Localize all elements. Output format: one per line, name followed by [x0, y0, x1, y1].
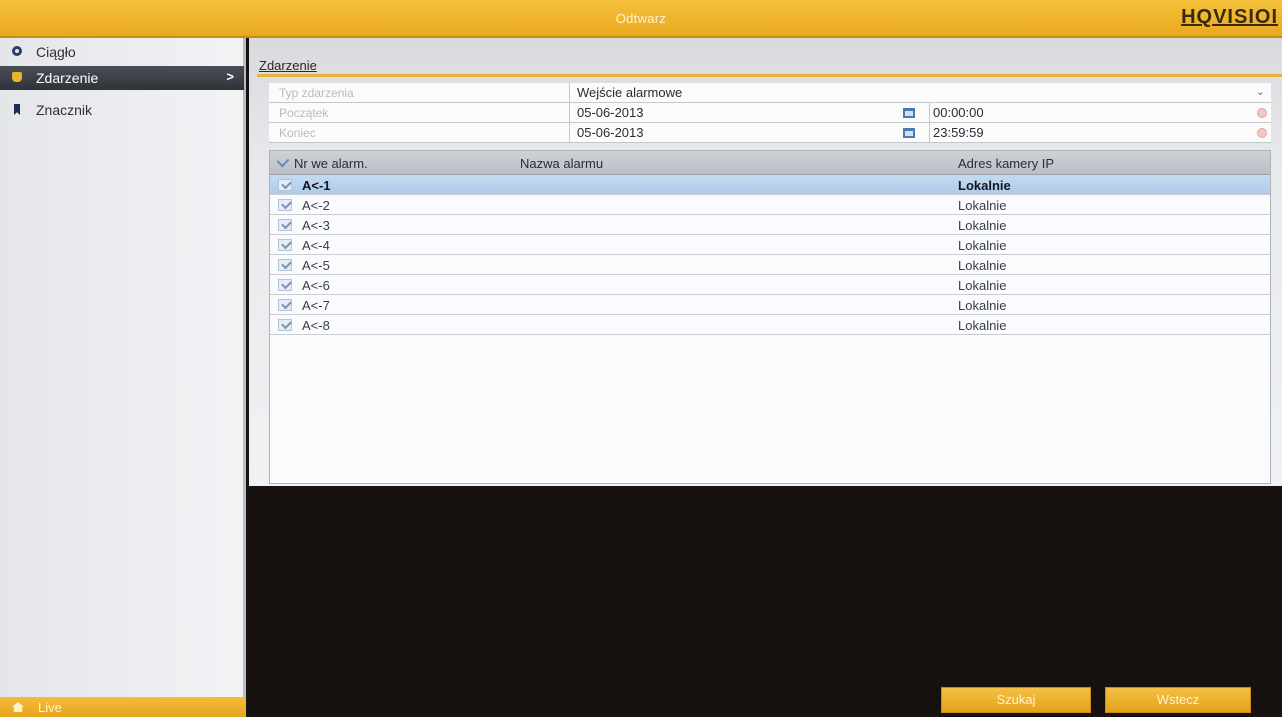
tab-underline	[257, 74, 1282, 77]
camera-address: Lokalnie	[958, 178, 1011, 193]
camera-address: Lokalnie	[958, 218, 1007, 233]
event-type-label: Typ zdarzenia	[279, 86, 354, 100]
alarm-input-number: A<-2	[302, 198, 330, 213]
start-row: Początek 05-06-2013 00:00:00	[269, 103, 1271, 123]
row-checkbox[interactable]	[278, 199, 292, 211]
camera-address: Lokalnie	[958, 238, 1007, 253]
alarm-input-number: A<-1	[302, 178, 331, 193]
main-panel: Zdarzenie Typ zdarzenia Wejście alarmowe…	[249, 38, 1282, 717]
select-all-checkbox[interactable]	[276, 154, 290, 168]
row-checkbox[interactable]	[278, 259, 292, 271]
table-row[interactable]: A<-6 Lokalnie	[270, 275, 1270, 295]
row-checkbox[interactable]	[278, 279, 292, 291]
live-label: Live	[38, 700, 62, 715]
table-row[interactable]: A<-1 Lokalnie	[270, 175, 1270, 195]
table-row[interactable]: A<-3 Lokalnie	[270, 215, 1270, 235]
back-button[interactable]: Wstecz	[1105, 687, 1251, 713]
alarm-input-number: A<-6	[302, 278, 330, 293]
row-checkbox[interactable]	[278, 319, 292, 331]
start-time-field[interactable]: 00:00:00	[933, 105, 984, 120]
camera-address: Lokalnie	[958, 278, 1007, 293]
camera-address: Lokalnie	[958, 318, 1007, 333]
search-button[interactable]: Szukaj	[941, 687, 1091, 713]
sidebar: Ciągło Zdarzenie > Znacznik Live	[0, 38, 246, 717]
divider	[569, 83, 570, 103]
live-button[interactable]: Live	[0, 697, 246, 717]
table-row[interactable]: A<-2 Lokalnie	[270, 195, 1270, 215]
table-row[interactable]: A<-8 Lokalnie	[270, 315, 1270, 335]
column-header-address[interactable]: Adres kamery IP	[958, 156, 1054, 171]
time-spinner-icon[interactable]	[1257, 128, 1267, 138]
home-icon	[12, 702, 24, 712]
divider	[929, 123, 930, 143]
alarm-input-number: A<-3	[302, 218, 330, 233]
sidebar-item-znacznik[interactable]: Znacznik	[0, 98, 244, 122]
sidebar-item-ciaglo[interactable]: Ciągło	[0, 40, 244, 64]
event-type-select[interactable]: Wejście alarmowe	[577, 85, 682, 100]
sidebar-item-label: Zdarzenie	[36, 70, 99, 86]
window-title: Odtwarz	[615, 11, 667, 26]
start-label: Początek	[279, 106, 329, 120]
alarm-input-number: A<-8	[302, 318, 330, 333]
sidebar-item-zdarzenie[interactable]: Zdarzenie >	[0, 66, 244, 90]
table-row[interactable]: A<-4 Lokalnie	[270, 235, 1270, 255]
alarm-input-number: A<-5	[302, 258, 330, 273]
sidebar-item-label: Ciągło	[36, 44, 76, 60]
alarm-input-number: A<-7	[302, 298, 330, 313]
title-bar: Odtwarz HQVISIOI	[0, 0, 1282, 38]
row-checkbox[interactable]	[278, 219, 292, 231]
end-row: Koniec 05-06-2013 23:59:59	[269, 123, 1271, 143]
row-checkbox[interactable]	[278, 299, 292, 311]
event-type-row: Typ zdarzenia Wejście alarmowe ⌄	[269, 83, 1271, 103]
camera-address: Lokalnie	[958, 258, 1007, 273]
end-time-field[interactable]: 23:59:59	[933, 125, 984, 140]
end-label: Koniec	[279, 126, 316, 140]
table-row[interactable]: A<-5 Lokalnie	[270, 255, 1270, 275]
alarm-input-number: A<-4	[302, 238, 330, 253]
column-header-nr[interactable]: Nr we alarm.	[294, 156, 368, 171]
end-date-field[interactable]: 05-06-2013	[577, 125, 644, 140]
mic-icon	[12, 72, 22, 82]
divider	[929, 103, 930, 123]
bookmark-icon	[14, 104, 20, 115]
row-checkbox[interactable]	[278, 239, 292, 251]
calendar-icon[interactable]	[903, 128, 915, 138]
table-header: Nr we alarm. Nazwa alarmu Adres kamery I…	[270, 151, 1270, 175]
tab-zdarzenie[interactable]: Zdarzenie	[259, 58, 317, 73]
divider	[569, 123, 570, 143]
sidebar-item-label: Znacznik	[36, 102, 93, 118]
row-checkbox[interactable]	[278, 179, 292, 191]
circle-icon	[12, 46, 22, 56]
chevron-down-icon[interactable]: ⌄	[1256, 85, 1265, 98]
alarm-input-table: Nr we alarm. Nazwa alarmu Adres kamery I…	[269, 150, 1271, 484]
chevron-right-icon: >	[226, 69, 234, 84]
start-date-field[interactable]: 05-06-2013	[577, 105, 644, 120]
camera-address: Lokalnie	[958, 298, 1007, 313]
camera-address: Lokalnie	[958, 198, 1007, 213]
time-spinner-icon[interactable]	[1257, 108, 1267, 118]
column-header-name[interactable]: Nazwa alarmu	[520, 156, 603, 171]
calendar-icon[interactable]	[903, 108, 915, 118]
table-row[interactable]: A<-7 Lokalnie	[270, 295, 1270, 315]
divider	[569, 103, 570, 123]
search-form: Typ zdarzenia Wejście alarmowe ⌄ Począte…	[269, 83, 1271, 143]
search-panel: Zdarzenie Typ zdarzenia Wejście alarmowe…	[249, 38, 1282, 486]
brand-logo: HQVISIOI	[1181, 6, 1278, 28]
